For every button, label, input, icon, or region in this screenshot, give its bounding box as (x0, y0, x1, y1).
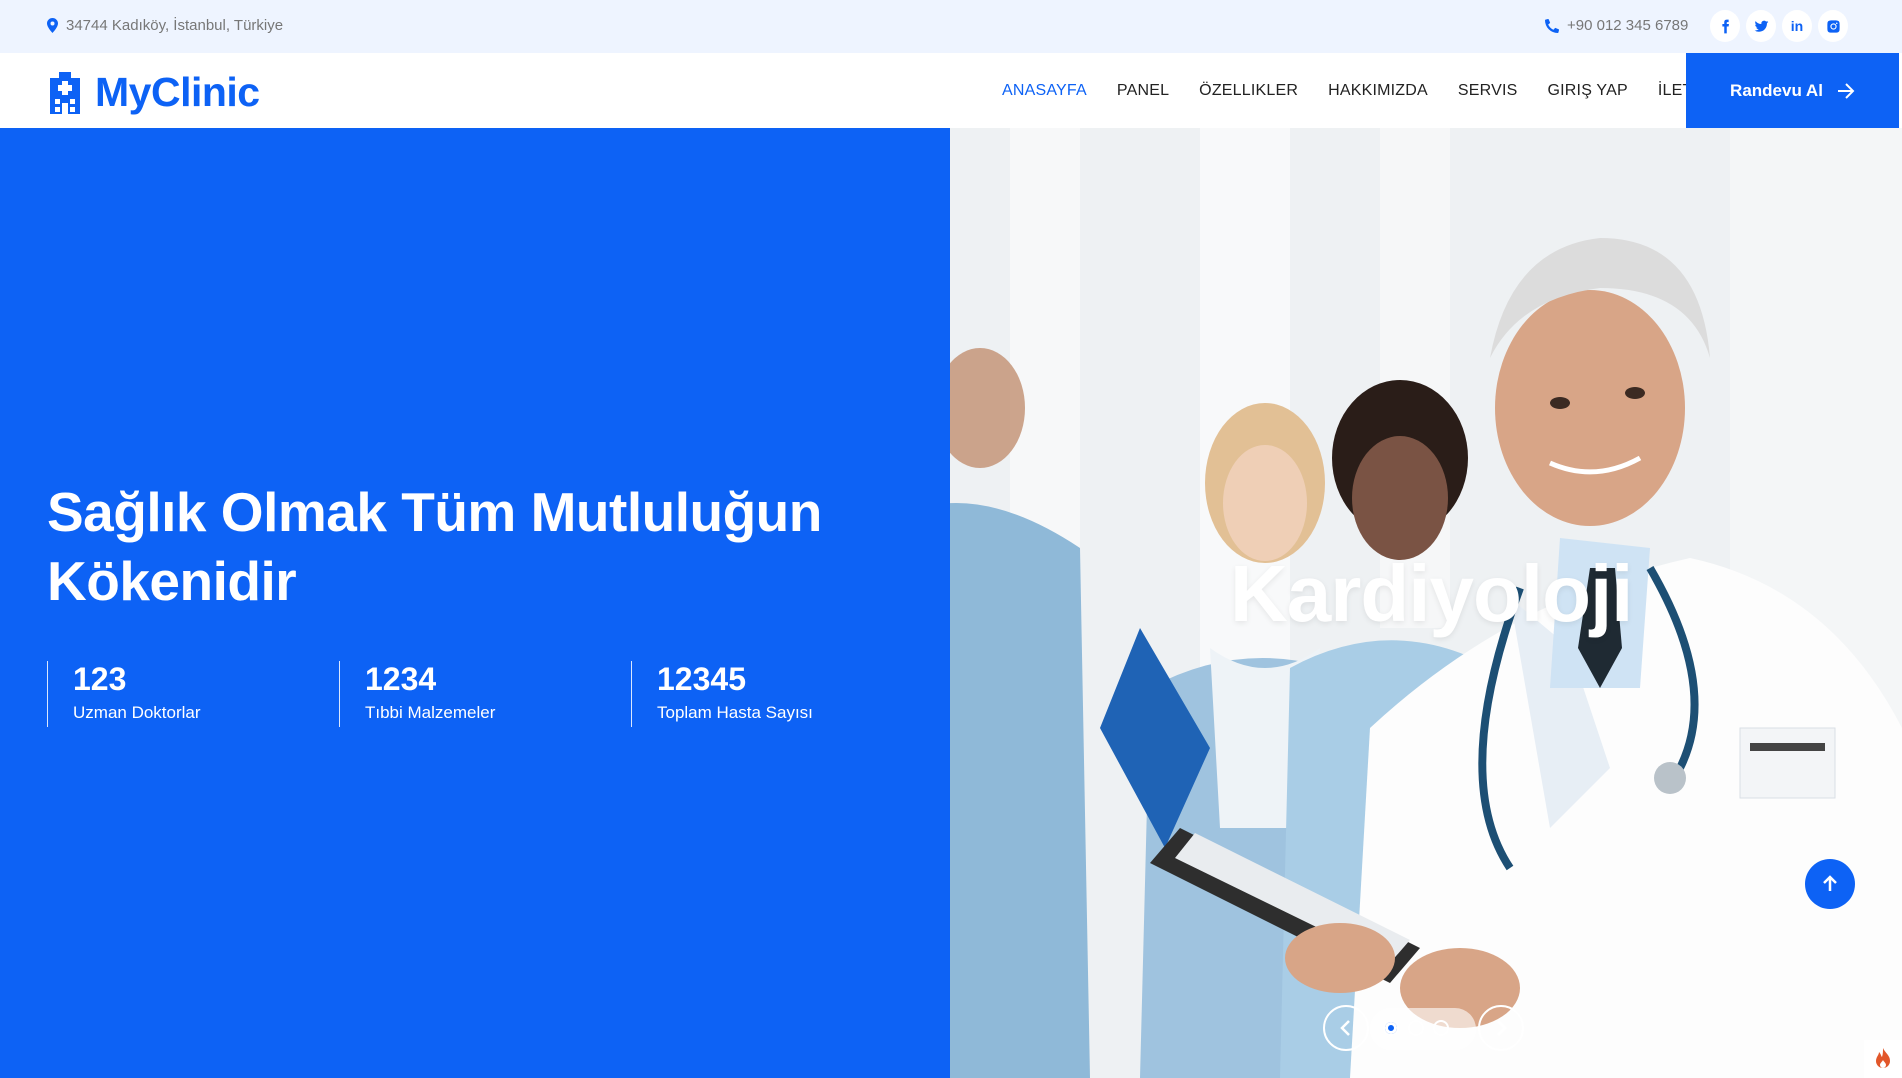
hero-section: Sağlık Olmak Tüm Mutluluğun Kökenidir 12… (0, 128, 1902, 1078)
menu-item-anasayfa[interactable]: ANASAYFA (1002, 82, 1087, 100)
linkedin-icon[interactable]: in (1782, 10, 1812, 42)
main-menu: ANASAYFA PANEL ÖZELLIKLER HAKKIMIZDA SER… (1002, 53, 1756, 128)
carousel-dot-2[interactable] (1408, 1020, 1424, 1036)
chevron-right-icon (1497, 1020, 1507, 1036)
phone-text: +90 012 345 6789 (1567, 17, 1689, 34)
hero-headline: Sağlık Olmak Tüm Mutluluğun Kökenidir (47, 481, 822, 612)
menu-item-hakkimizda[interactable]: HAKKIMIZDA (1328, 82, 1428, 100)
instagram-icon[interactable] (1818, 10, 1848, 42)
appointment-button[interactable]: Randevu Al (1686, 53, 1899, 128)
stat-supplies: 1234 Tıbbi Malzemeler (339, 661, 631, 727)
top-info-bar: 34744 Kadıköy, İstanbul, Türkiye +90 012… (0, 0, 1902, 53)
brand-logo[interactable]: MyClinic (47, 69, 260, 116)
slide-title: Kardiyoloji (1230, 549, 1633, 638)
stat-value: 123 (73, 661, 127, 697)
chevron-left-icon (1340, 1020, 1350, 1036)
twitter-icon[interactable] (1746, 10, 1776, 42)
hero-left-panel: Sağlık Olmak Tüm Mutluluğun Kökenidir 12… (0, 128, 950, 1078)
carousel-prev-button[interactable] (1323, 1005, 1369, 1051)
arrow-right-icon (1837, 82, 1855, 99)
address-text: 34744 Kadıköy, İstanbul, Türkiye (66, 17, 284, 34)
stat-label: Uzman Doktorlar (73, 703, 201, 722)
carousel-dot-3[interactable] (1433, 1020, 1449, 1036)
stat-patients: 12345 Toplam Hasta Sayısı (631, 661, 923, 727)
carousel-indicators (1383, 1020, 1449, 1036)
menu-item-panel[interactable]: PANEL (1117, 82, 1169, 100)
stat-label: Tıbbi Malzemeler (365, 703, 496, 722)
carousel-next-button[interactable] (1478, 1005, 1524, 1051)
phone-icon (1545, 18, 1559, 33)
brand-name: MyClinic (95, 69, 260, 115)
stat-value: 1234 (365, 661, 437, 697)
appointment-button-label: Randevu Al (1730, 80, 1823, 100)
social-links: in (1710, 10, 1848, 42)
flame-icon[interactable] (1864, 1040, 1902, 1078)
menu-item-giris-yap[interactable]: GIRIŞ YAP (1548, 82, 1628, 100)
menu-item-servis[interactable]: SERVIS (1458, 82, 1518, 100)
facebook-icon[interactable] (1710, 10, 1740, 42)
stats-row: 123 Uzman Doktorlar 1234 Tıbbi Malzemele… (47, 661, 923, 727)
stat-value: 12345 (657, 661, 746, 697)
back-to-top-button[interactable] (1805, 859, 1855, 909)
stat-doctors: 123 Uzman Doktorlar (47, 661, 339, 727)
menu-item-ozellikler[interactable]: ÖZELLIKLER (1199, 82, 1298, 100)
hospital-icon (50, 71, 80, 114)
main-navbar: MyClinic ANASAYFA PANEL ÖZELLIKLER HAKKI… (0, 53, 1902, 128)
arrow-up-icon (1823, 875, 1837, 891)
hero-carousel: Kardiyoloji (950, 128, 1902, 1078)
stat-label: Toplam Hasta Sayısı (657, 703, 813, 722)
address: 34744 Kadıköy, İstanbul, Türkiye (47, 17, 283, 34)
carousel-dot-1[interactable] (1383, 1020, 1399, 1036)
map-marker-icon (47, 18, 58, 33)
phone[interactable]: +90 012 345 6789 (1545, 17, 1688, 34)
